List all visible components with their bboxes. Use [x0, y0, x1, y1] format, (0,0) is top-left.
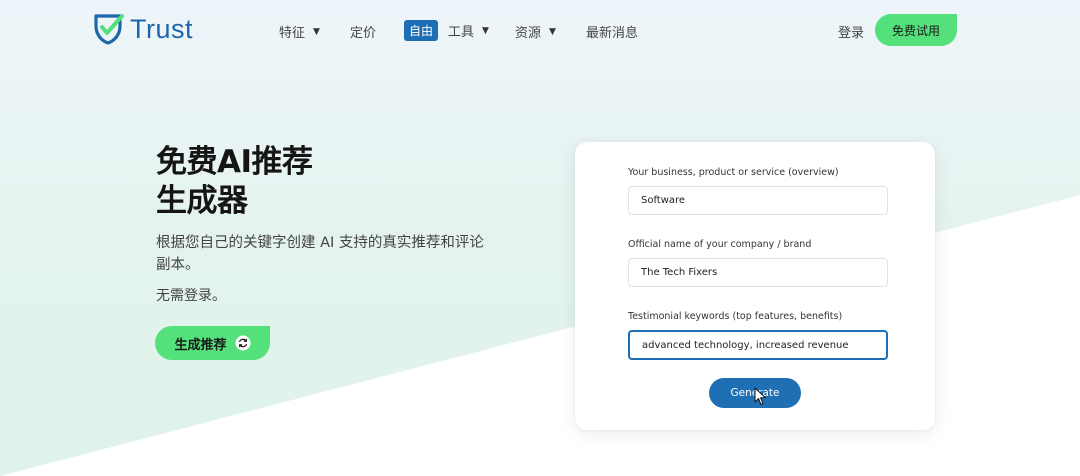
logo-text: Trust: [130, 13, 193, 44]
free-trial-button[interactable]: 免费试用: [875, 14, 957, 46]
nav-item-news[interactable]: 最新消息: [586, 22, 638, 41]
page-title: 免费AI推荐 生成器: [156, 143, 313, 221]
chevron-down-icon: ▼: [482, 25, 489, 36]
nav-item-label: 最新消息: [586, 26, 639, 41]
company-field-label: Official name of your company / brand: [628, 239, 812, 250]
chevron-down-icon: ▼: [313, 26, 320, 37]
nav-item-label: 定价: [350, 26, 377, 41]
hero-description: 根据您自己的关键字创建 AI 支持的真实推荐和评论副本。: [156, 235, 484, 273]
business-input[interactable]: [628, 186, 888, 215]
mouse-cursor-icon: [754, 387, 766, 405]
nav-item-tools[interactable]: 自由 工具 ▼: [404, 20, 489, 41]
title-line-2: 生成器: [156, 183, 248, 219]
shield-check-icon: [94, 14, 124, 45]
keywords-input[interactable]: [628, 330, 888, 360]
title-line-1: 免费AI推荐: [156, 144, 313, 180]
business-field-label: Your business, product or service (overv…: [628, 167, 839, 178]
button-label: 生成推荐: [174, 337, 227, 353]
login-link[interactable]: 登录: [838, 22, 864, 41]
no-login-note: 无需登录。: [156, 288, 226, 304]
company-name-input[interactable]: [628, 258, 888, 287]
top-navigation: Trust 特征 ▼ 定价 自由 工具 ▼ 资源 ▼ 最新消息 登录 免费试用: [0, 0, 1080, 62]
nav-item-pricing[interactable]: 定价: [350, 22, 376, 41]
nav-item-label: 资源: [515, 26, 542, 41]
logo[interactable]: Trust: [92, 12, 193, 46]
nav-item-label: 工具: [448, 25, 475, 40]
free-badge: 自由: [404, 20, 439, 41]
nav-item-label: 特征: [279, 26, 306, 41]
chevron-down-icon: ▼: [549, 26, 556, 37]
refresh-icon: [235, 335, 250, 351]
nav-item-resources[interactable]: 资源 ▼: [515, 22, 556, 41]
generate-testimonial-button[interactable]: 生成推荐: [155, 326, 270, 360]
keywords-field-label: Testimonial keywords (top features, bene…: [628, 311, 843, 322]
nav-item-features[interactable]: 特征 ▼: [279, 22, 320, 41]
